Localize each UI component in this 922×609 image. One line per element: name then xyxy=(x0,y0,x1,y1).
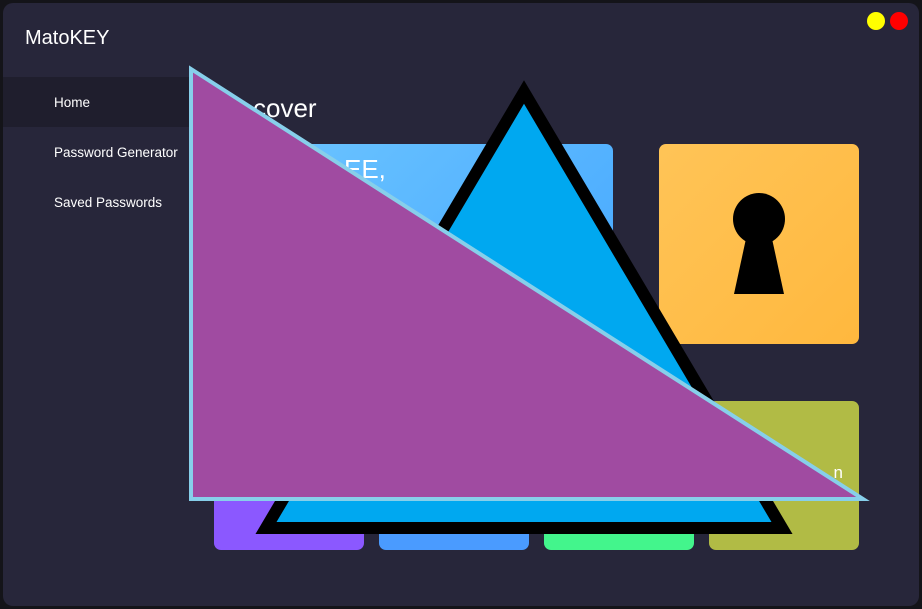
sidebar-item-password-generator[interactable]: Password Generator xyxy=(3,127,203,177)
tile-purple[interactable] xyxy=(214,500,364,550)
welcome-card[interactable]: EE, xyxy=(214,144,613,344)
vault-card[interactable] xyxy=(659,144,859,344)
keyhole-icon xyxy=(733,193,785,294)
page-title: cover xyxy=(253,93,317,123)
generator-card-text: n xyxy=(833,463,843,482)
tile-blue[interactable] xyxy=(379,500,529,550)
app-title: MatoKEY xyxy=(25,27,110,49)
app-window: MatoKEY Home Password Generator Saved Pa… xyxy=(3,3,919,606)
generator-card[interactable]: n xyxy=(709,401,859,550)
minimize-button[interactable] xyxy=(867,12,885,30)
tile-green[interactable] xyxy=(544,500,694,550)
sidebar-item-home[interactable]: Home xyxy=(3,77,203,127)
close-button[interactable] xyxy=(890,12,908,30)
welcome-text: EE, xyxy=(344,154,386,184)
sidebar-nav: Home Password Generator Saved Passwords xyxy=(3,77,203,227)
sidebar-item-saved-passwords[interactable]: Saved Passwords xyxy=(3,177,203,227)
